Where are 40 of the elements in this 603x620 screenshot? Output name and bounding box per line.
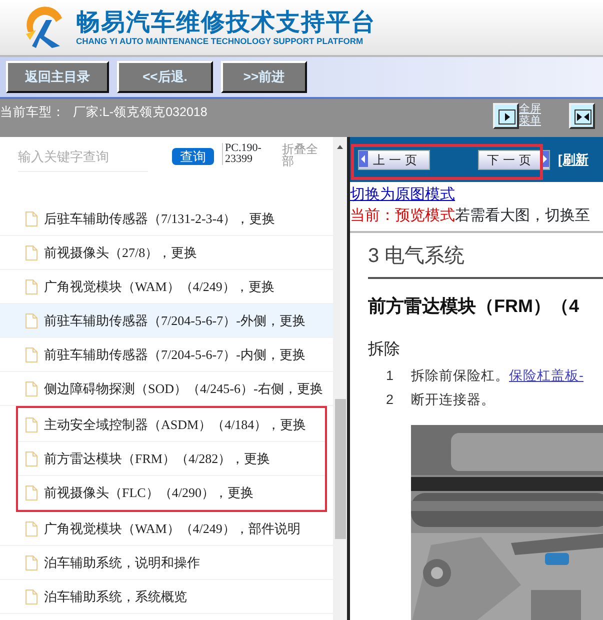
document-icon [25,588,38,604]
document-icon [25,210,38,226]
tree-item[interactable]: 前驻车辅助传感器（7/204-5-6-7）-外侧，更换 [0,304,335,338]
toolbar-button[interactable]: <<后退. [117,61,213,93]
view-toggle-button[interactable] [569,103,595,129]
search-button[interactable]: 查询 [172,148,214,165]
document-icon [25,312,38,328]
document-icon [25,416,38,432]
view-toggle-button[interactable] [493,103,519,129]
step-number: 2 [386,391,395,410]
vehicle-label: 当前车型： [0,104,65,121]
tree-item[interactable]: 前方雷达模块（FRM）（4/282），更换 [18,442,325,476]
vehicle-value: 厂家:L-领克领克032018 [73,104,208,121]
mode-notice: 当前：预览模式若需看大图，切换至 [350,207,603,233]
toolbar-button[interactable]: 返回主目录 [6,61,109,93]
site-title: 畅易汽车维修技术支持平台 [76,10,376,36]
step-text: 断开连接器。 [411,391,495,410]
tree-item[interactable]: 主动安全域控制器（ASDM）（4/184），更换 [18,408,325,442]
document-icon [25,450,38,466]
document-icon [25,380,38,396]
step-text: 拆除前保险杠。保险杠盖板- [411,367,584,385]
next-page-button[interactable]: 下一页 [478,150,550,170]
document-icon [25,278,38,294]
refresh-link[interactable]: [刷新 [558,150,588,170]
procedure-heading: 拆除 [368,340,401,360]
document-icon [25,520,38,536]
code-text: PC.190-23399 [222,143,266,165]
site-subtitle: CHANG YI AUTO MAINTENANCE TECHNOLOGY SUPPORT PLATFORM [76,36,364,46]
document-title: 前方雷达模块（FRM）（4 [368,295,580,318]
mode-switch-link[interactable]: 切换为原图模式 [350,186,455,204]
reference-link[interactable]: 保险杠盖板- [509,368,584,383]
step-number: 1 [386,367,395,385]
document-icon [25,244,38,260]
toolbar-button[interactable]: >>前进 [221,61,307,93]
section-heading: 3 电气系统 [368,233,603,279]
previous-page-button[interactable]: 上一页 [358,150,430,170]
tree-item[interactable]: 前视摄像头（FLC）（4/290），更换 [18,476,325,510]
document-icon [25,484,38,500]
document-icon [25,554,38,570]
document-icon [25,346,38,362]
